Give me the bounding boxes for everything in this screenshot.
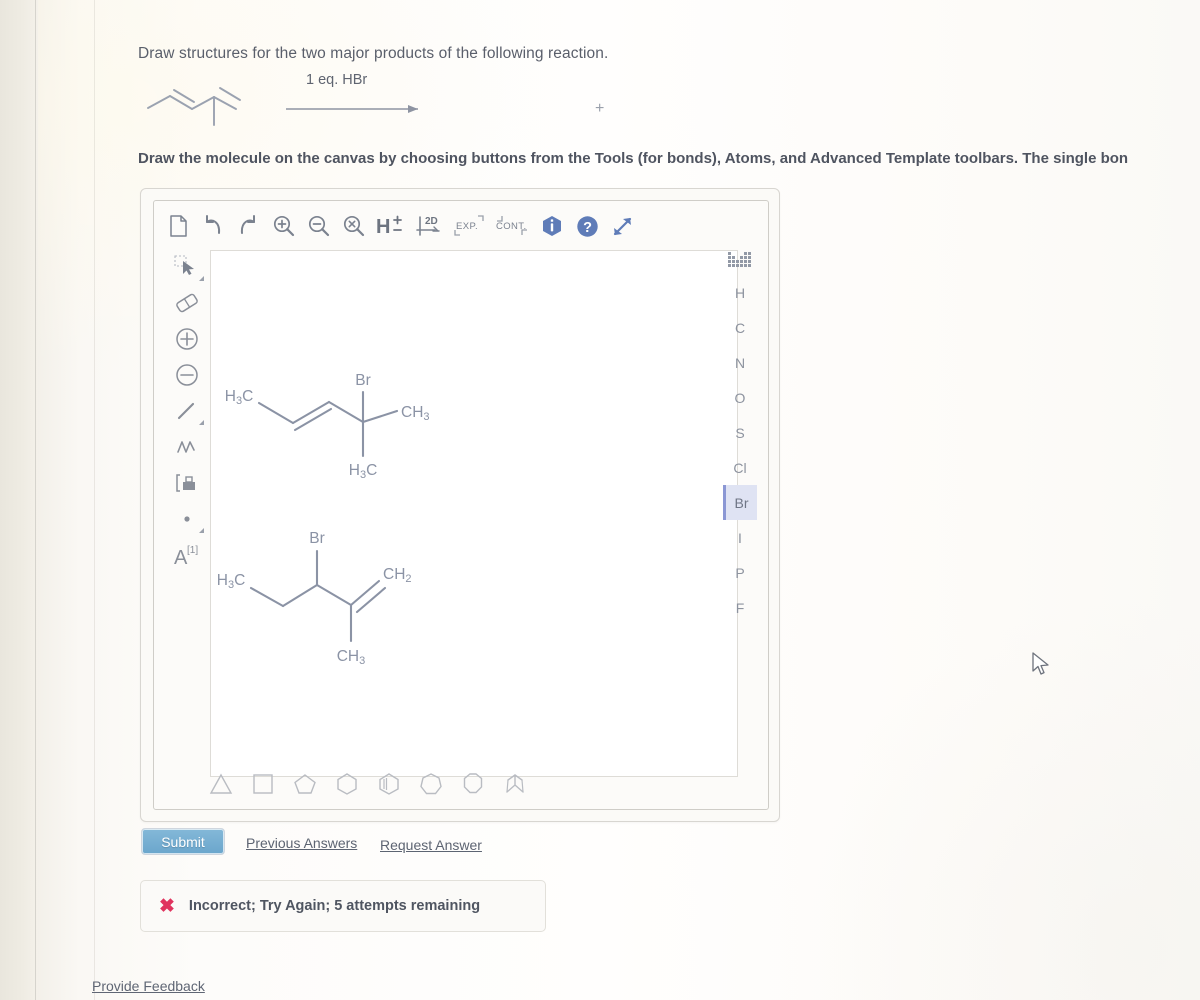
molecule-product-1: [257, 390, 399, 458]
molecule-product-1-labels: H3C Br CH3 H3C: [225, 372, 430, 481]
drawing-canvas[interactable]: H3C Br CH3 H3C Br H3C CH2 CH3: [210, 250, 738, 777]
molecules-svg: H3C Br CH3 H3C Br H3C CH2 CH3: [217, 372, 430, 667]
atom-button-C[interactable]: C: [723, 310, 757, 345]
undo-icon[interactable]: [199, 212, 227, 240]
clean-2d-icon[interactable]: 2D: [413, 212, 445, 240]
status-message: Incorrect; Try Again; 5 attempts remaini…: [188, 898, 481, 914]
mouse-cursor: [1032, 652, 1052, 683]
cyclooctane-template[interactable]: [458, 769, 488, 799]
zoom-in-icon[interactable]: [269, 212, 297, 240]
atom-label-br-p1: Br: [355, 372, 371, 389]
atom-label-ch3-right-p1: CH3: [401, 404, 430, 423]
zoom-reset-icon[interactable]: [339, 212, 367, 240]
tools-toolbar: A [1]: [166, 249, 208, 779]
periodic-table-icon[interactable]: [723, 245, 757, 275]
decrease-charge-tool[interactable]: [167, 357, 207, 393]
zoom-out-icon[interactable]: [304, 212, 332, 240]
svg-text:H: H: [376, 216, 390, 238]
cyclopropane-template[interactable]: [206, 769, 236, 799]
atom-label-br-p2: Br: [309, 530, 325, 547]
expand-groups-icon[interactable]: EXP.: [452, 212, 486, 240]
molecule-editor-widget: H 2D EXP. CONT. ? A [1] H3C Br CH3 H3C B…: [140, 188, 780, 822]
atom-button-Cl[interactable]: Cl: [723, 450, 757, 485]
hydrogens-toggle-icon[interactable]: H: [374, 212, 406, 240]
products-plus-sign: +: [595, 100, 605, 117]
molecule-editor-panel: H 2D EXP. CONT. ? A [1] H3C Br CH3 H3C B…: [153, 200, 769, 810]
atom-button-Br[interactable]: Br: [723, 485, 757, 520]
atom-button-I[interactable]: I: [723, 520, 757, 555]
chain-tool[interactable]: [167, 429, 207, 465]
atom-label-h3c-p1: H3C: [225, 388, 254, 407]
eraser-tool[interactable]: [167, 285, 207, 321]
atom-button-P[interactable]: P: [723, 555, 757, 590]
atom-label-h3c-p2: H3C: [217, 572, 246, 591]
advanced-template[interactable]: [500, 769, 530, 799]
atom-label-ch3-p2: CH3: [337, 648, 366, 667]
atom-label-ch2-p2: CH2: [383, 566, 412, 585]
benzene-template[interactable]: [374, 769, 404, 799]
request-answer-link[interactable]: Request Answer: [380, 837, 482, 853]
new-document-icon[interactable]: [164, 212, 192, 240]
top-toolbar: H 2D EXP. CONT. ?: [164, 209, 764, 243]
select-tool[interactable]: [167, 249, 207, 285]
reaction-scheme: 1 eq. HBr +: [140, 72, 660, 144]
provide-feedback-link[interactable]: Provide Feedback: [92, 978, 205, 994]
atom-button-H[interactable]: H: [723, 275, 757, 310]
svg-text:A: A: [174, 547, 188, 568]
atoms-toolbar: H C N O S Cl Br I P F: [718, 245, 762, 779]
cyclopentane-template[interactable]: [290, 769, 320, 799]
select-tool-expander[interactable]: [199, 276, 204, 281]
atom-label-tool[interactable]: A [1]: [167, 537, 207, 573]
bracket-tool[interactable]: [167, 465, 207, 501]
x-mark-icon: ✖: [159, 895, 175, 917]
svg-text:?: ?: [583, 220, 592, 236]
atom-button-O[interactable]: O: [723, 380, 757, 415]
contract-groups-icon[interactable]: CONT.: [493, 212, 531, 240]
svg-text:[1]: [1]: [187, 545, 198, 556]
cycloheptane-template[interactable]: [416, 769, 446, 799]
redo-icon[interactable]: [234, 212, 262, 240]
reaction-arrow-head: [408, 105, 418, 113]
svg-text:2D: 2D: [425, 216, 438, 227]
info-icon[interactable]: [538, 212, 566, 240]
atom-button-F[interactable]: F: [723, 590, 757, 625]
molecule-product-2: [249, 549, 387, 643]
status-banner: ✖ Incorrect; Try Again; 5 attempts remai…: [140, 880, 546, 932]
help-icon[interactable]: ?: [573, 212, 601, 240]
canvas-surface[interactable]: H3C Br CH3 H3C Br H3C CH2 CH3: [211, 251, 737, 776]
molecule-product-2-labels: Br H3C CH2 CH3: [217, 530, 412, 667]
svg-text:EXP.: EXP.: [456, 221, 478, 232]
previous-answers-link[interactable]: Previous Answers: [246, 835, 357, 851]
cyclohexane-template[interactable]: [332, 769, 362, 799]
radical-tool[interactable]: [167, 501, 207, 537]
atom-button-N[interactable]: N: [723, 345, 757, 380]
single-bond-tool[interactable]: [167, 393, 207, 429]
atom-button-S[interactable]: S: [723, 415, 757, 450]
cyclobutane-template[interactable]: [248, 769, 278, 799]
radical-tool-expander[interactable]: [199, 528, 204, 533]
fullscreen-icon[interactable]: [608, 212, 636, 240]
increase-charge-tool[interactable]: [167, 321, 207, 357]
submit-button[interactable]: Submit: [141, 828, 225, 855]
reaction-scheme-svg: [147, 87, 418, 126]
drawing-instruction: Draw the molecule on the canvas by choos…: [138, 150, 1129, 167]
question-prompt: Draw structures for the two major produc…: [138, 45, 609, 62]
atom-label-h3c-down-p1: H3C: [349, 462, 378, 481]
reaction-conditions: 1 eq. HBr: [306, 72, 368, 88]
templates-toolbar: [206, 767, 746, 801]
single-bond-expander[interactable]: [199, 420, 204, 425]
